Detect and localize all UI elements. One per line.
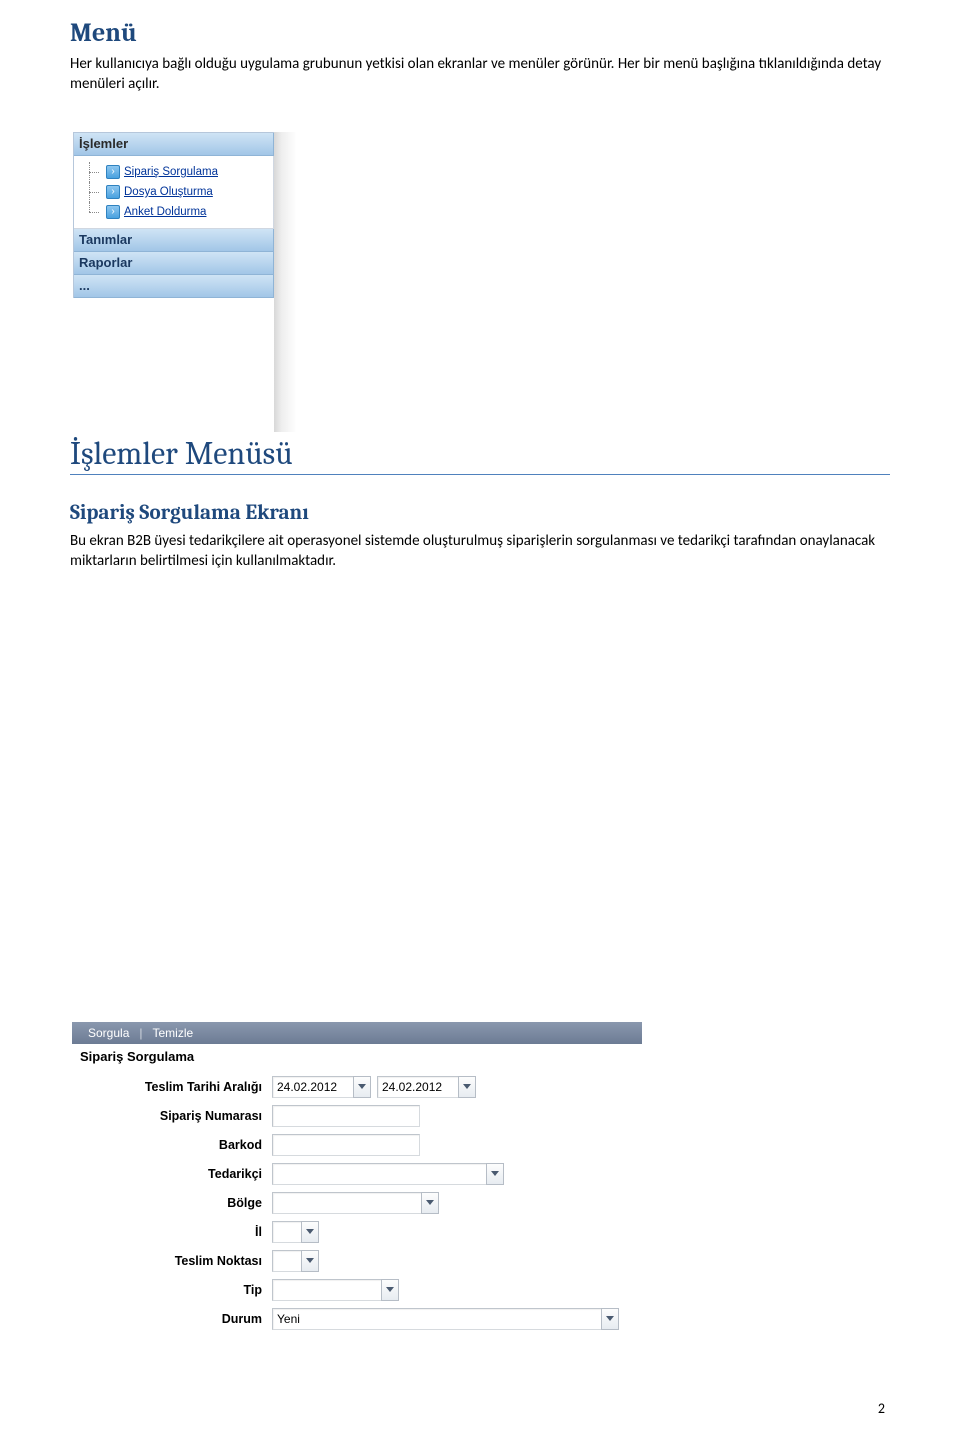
tree-link[interactable]: Anket Doldurma [124,206,206,218]
barcode-input[interactable] [272,1134,420,1156]
province-input[interactable] [272,1221,302,1243]
subsection-paragraph: Bu ekran B2B üyesi tedarikçilere ait ope… [70,531,890,572]
page-title: Menü [70,18,890,48]
status-combo[interactable] [272,1308,619,1330]
tree-item-anket-doldurma[interactable]: › Anket Doldurma [74,202,273,222]
chevron-down-icon[interactable] [301,1221,319,1243]
intro-paragraph: Her kullanıcıya bağlı olduğu uygulama gr… [70,54,890,95]
chevron-right-icon: › [106,165,120,179]
date-to-input[interactable] [377,1076,459,1098]
page-number: 2 [878,1400,885,1417]
menu-section-tanimlar[interactable]: Tanımlar [74,229,274,252]
type-combo[interactable] [272,1279,399,1301]
chevron-down-icon[interactable] [421,1192,439,1214]
chevron-down-icon[interactable] [486,1163,504,1185]
label-order-no: Sipariş Numarası [72,1109,272,1123]
chevron-right-icon: › [106,185,120,199]
tree-item-siparis-sorgulama[interactable]: › Sipariş Sorgulama [74,162,273,182]
status-input[interactable] [272,1308,602,1330]
type-input[interactable] [272,1279,382,1301]
tree-link[interactable]: Sipariş Sorgulama [124,166,218,178]
menu-section-raporlar[interactable]: Raporlar [74,252,274,275]
form-title: Sipariş Sorgulama [80,1049,642,1064]
menu-tree: › Sipariş Sorgulama › Dosya Oluşturma › … [74,156,274,229]
panel-shadow [274,132,296,432]
menu-panel-screenshot: İşlemler › Sipariş Sorgulama › Dosya Olu… [73,132,301,432]
date-from-input[interactable] [272,1076,354,1098]
clear-button[interactable]: Temizle [153,1026,194,1040]
label-delivery-point: Teslim Noktası [72,1254,272,1268]
tree-link[interactable]: Dosya Oluşturma [124,186,213,198]
label-date-range: Teslim Tarihi Aralığı [72,1080,272,1094]
region-input[interactable] [272,1192,422,1214]
chevron-down-icon[interactable] [601,1308,619,1330]
chevron-down-icon[interactable] [353,1076,371,1098]
toolbar-separator: | [139,1026,142,1040]
label-region: Bölge [72,1196,272,1210]
supplier-combo[interactable] [272,1163,504,1185]
delivery-point-input[interactable] [272,1250,302,1272]
region-combo[interactable] [272,1192,439,1214]
label-province: İl [72,1225,272,1239]
chevron-down-icon[interactable] [381,1279,399,1301]
delivery-point-combo[interactable] [272,1250,319,1272]
menu-section-more[interactable]: ... [74,275,274,298]
tree-item-dosya-olusturma[interactable]: › Dosya Oluşturma [74,182,273,202]
chevron-right-icon: › [106,205,120,219]
subsection-heading: Sipariş Sorgulama Ekranı [70,501,890,525]
date-to-field[interactable] [377,1076,476,1098]
chevron-down-icon[interactable] [301,1250,319,1272]
menu-section-islemler[interactable]: İşlemler [74,133,274,156]
order-no-input[interactable] [272,1105,420,1127]
supplier-input[interactable] [272,1163,487,1185]
query-toolbar: Sorgula | Temizle [72,1022,642,1044]
label-type: Tip [72,1283,272,1297]
query-form-screenshot: Sorgula | Temizle Sipariş Sorgulama Tesl… [72,1022,642,1333]
label-barcode: Barkod [72,1138,272,1152]
chevron-down-icon[interactable] [458,1076,476,1098]
section-heading: İşlemler Menüsü [70,435,890,475]
province-combo[interactable] [272,1221,319,1243]
date-from-field[interactable] [272,1076,371,1098]
label-supplier: Tedarikçi [72,1167,272,1181]
label-status: Durum [72,1312,272,1326]
query-button[interactable]: Sorgula [88,1026,129,1040]
